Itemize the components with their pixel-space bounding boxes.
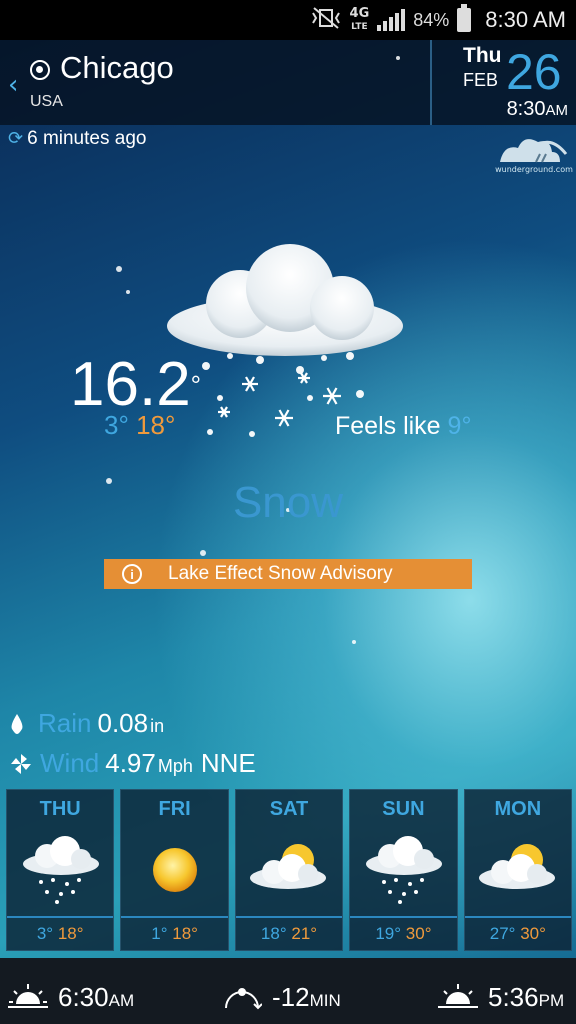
sunset: 5:36 PM: [438, 976, 564, 1013]
rain-value: 0.08: [97, 708, 149, 738]
wind-row: Wind 4.97 Mph NNE: [10, 748, 256, 779]
partly-cloudy-icon: [249, 844, 326, 889]
mute-vibrate-icon: [310, 6, 342, 34]
info-icon: i: [122, 564, 142, 584]
today-low-high: 3° 18°: [104, 410, 175, 441]
partly-cloudy-icon: [478, 844, 555, 889]
forecast-day-name: MON: [494, 798, 542, 820]
sun-info-bar: 6:30 AM -12 MIN 5:36 PM: [0, 958, 576, 1024]
sunset-time: 5:36: [488, 982, 539, 1012]
pinwheel-icon: [11, 754, 31, 774]
feels-like: Feels like 9°: [335, 412, 472, 440]
sun-icon: [153, 848, 198, 892]
wind-label: Wind: [40, 748, 100, 778]
rain-unit: in: [150, 716, 165, 736]
forecast-day-name: SUN: [382, 798, 425, 820]
snow-icon: [23, 836, 99, 904]
forecast-temps: 1° 18°: [151, 924, 198, 943]
signal-icon: [377, 9, 406, 31]
location-target-icon[interactable]: [30, 60, 50, 80]
forecast-strip: THU 3° 18° FRI 1° 18° SAT 18° 21° SUN 19…: [6, 789, 573, 951]
status-time: 8:30 AM: [485, 7, 566, 32]
advisory-text: Lake Effect Snow Advisory: [168, 563, 393, 584]
header-month: FEB: [463, 70, 499, 90]
forecast-day-name: SAT: [269, 798, 309, 820]
sunrise: 6:30 AM: [8, 976, 134, 1013]
forecast-divider: [121, 916, 228, 918]
forecast-day-name: THU: [39, 798, 81, 820]
wind-direction: NNE: [200, 748, 256, 778]
network-4g-icon: 4G LTE: [349, 5, 370, 32]
snow-particle: [126, 290, 130, 294]
refresh-icon[interactable]: ⟳: [8, 128, 23, 148]
snow-particle: [116, 266, 122, 272]
daylight-arc-icon: [225, 988, 262, 1010]
forecast-temps: 18° 21°: [260, 924, 318, 943]
forecast-day[interactable]: MON 27° 30°: [463, 789, 573, 951]
header-divider: [430, 40, 432, 125]
last-updated[interactable]: ⟳ 6 minutes ago: [8, 128, 146, 150]
battery-icon: [457, 4, 472, 32]
header-time: 8:30AM: [506, 98, 568, 120]
forecast-temps: 19° 30°: [375, 924, 432, 943]
forecast-temps: 27° 30°: [489, 924, 546, 943]
city-name[interactable]: Chicago: [60, 50, 174, 86]
header-date: 26: [506, 44, 562, 100]
sunrise-time: 6:30: [58, 982, 109, 1012]
forecast-divider: [7, 916, 114, 918]
forecast-day[interactable]: SAT 18° 21°: [234, 789, 344, 951]
daylight-change: -12 MIN: [222, 976, 341, 1013]
today-high: 18°: [136, 410, 176, 440]
forecast-divider: [464, 916, 572, 918]
forecast-day[interactable]: THU 3° 18°: [6, 789, 115, 951]
header-day: Thu: [463, 44, 502, 67]
snow-particle: [396, 56, 400, 60]
battery-percent: 84%: [413, 9, 450, 30]
wind-unit: Mph: [157, 756, 193, 776]
wunderground-label: wunderground.com: [495, 165, 573, 174]
today-low: 3°: [104, 410, 129, 440]
snow-particle: [352, 640, 356, 644]
country-name: USA: [30, 93, 63, 110]
back-chevron-icon[interactable]: ‹: [8, 70, 18, 100]
raindrop-icon: [11, 714, 23, 734]
wind-value: 4.97: [105, 748, 156, 778]
location-header: ‹ Chicago USA Thu FEB 26 8:30AM: [0, 40, 576, 125]
forecast-day-name: FRI: [158, 798, 191, 820]
forecast-day[interactable]: SUN 19° 30°: [349, 789, 458, 951]
forecast-divider: [235, 916, 343, 918]
snow-icon: [366, 836, 443, 904]
forecast-day[interactable]: FRI 1° 18°: [120, 789, 229, 951]
status-bar: 4G LTE 84% 8:30 AM: [0, 0, 576, 40]
forecast-temps: 3° 18°: [36, 924, 84, 943]
weather-advisory-button[interactable]: i Lake Effect Snow Advisory: [104, 559, 472, 589]
forecast-divider: [350, 916, 457, 918]
rain-label: Rain: [38, 708, 92, 738]
condition-text: Snow: [232, 478, 344, 527]
rain-row: Rain 0.08 in: [10, 708, 172, 739]
sunset-icon: [438, 984, 478, 1008]
sunrise-icon: [8, 984, 48, 1008]
snow-particle: [200, 550, 206, 556]
daylight-value: -12: [272, 982, 310, 1012]
